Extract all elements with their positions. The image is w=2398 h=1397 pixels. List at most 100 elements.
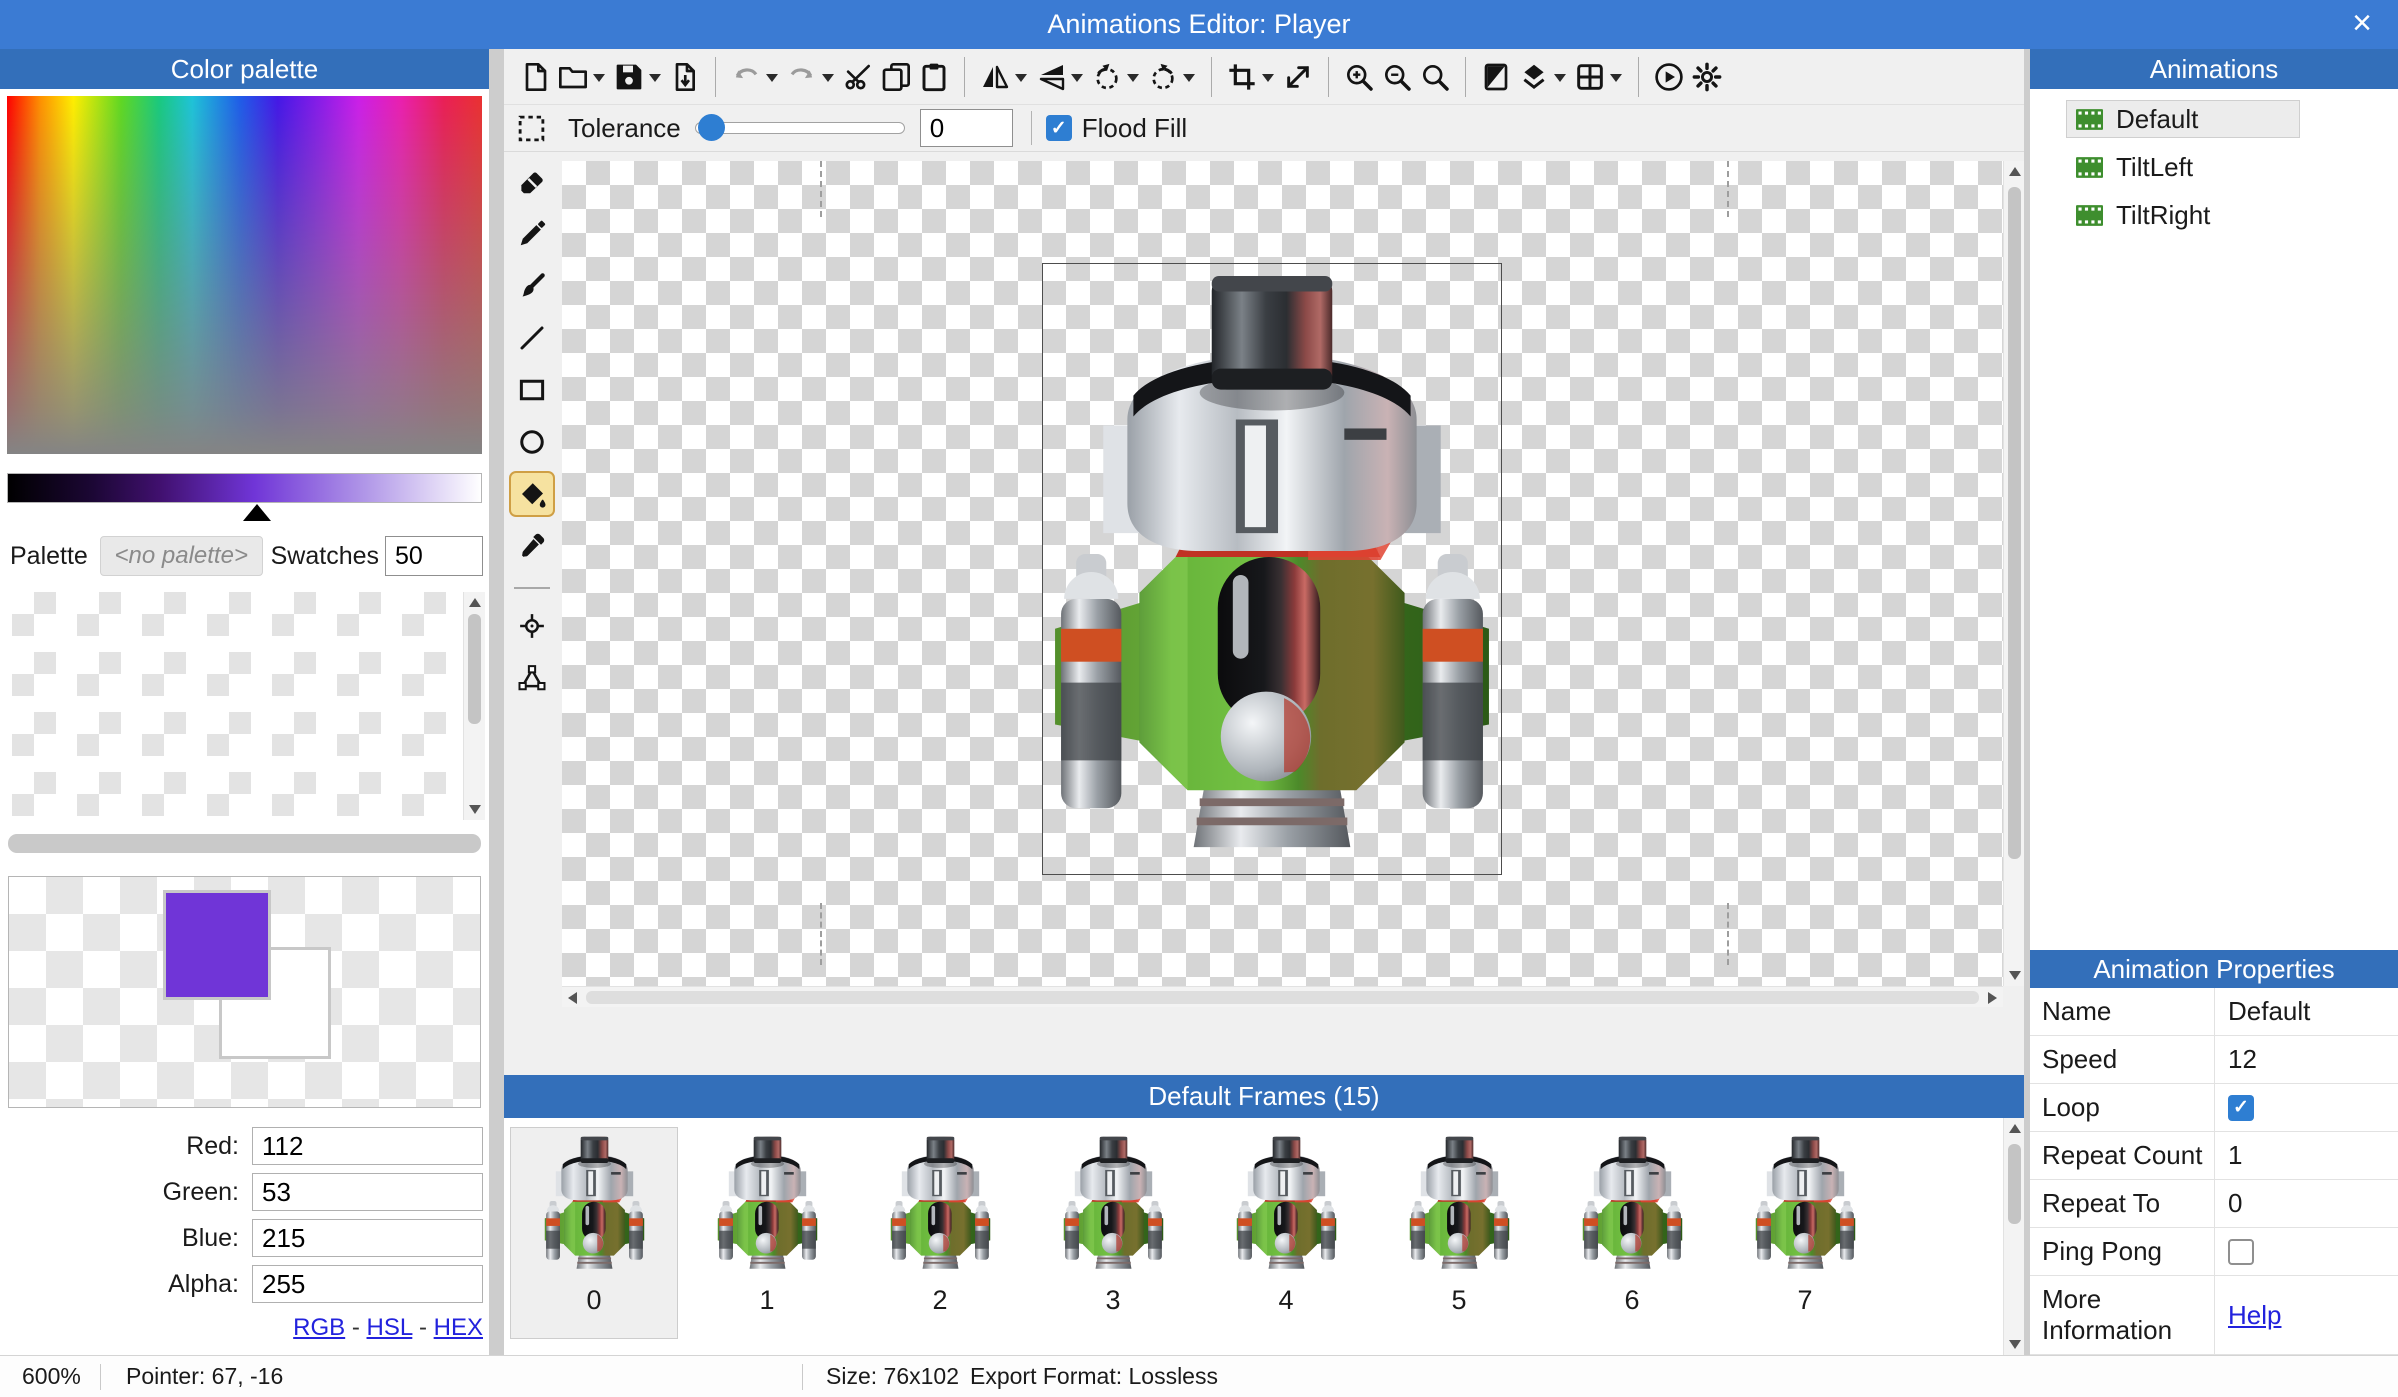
palette-swatch[interactable]: [337, 592, 381, 636]
palette-swatch[interactable]: [337, 772, 381, 816]
frame-thumbnail-1[interactable]: 1: [683, 1127, 851, 1339]
drawing-canvas[interactable]: [562, 161, 2003, 986]
color-gradient-picker[interactable]: [7, 96, 482, 454]
ellipse-tool[interactable]: [509, 419, 555, 465]
flip-horizontal-button[interactable]: [976, 54, 1032, 100]
help-link[interactable]: Help: [2228, 1300, 2281, 1331]
palette-swatch[interactable]: [272, 712, 316, 756]
layers-button[interactable]: [1515, 54, 1571, 100]
red-field[interactable]: [252, 1127, 483, 1165]
hsl-mode-link[interactable]: HSL: [367, 1314, 413, 1341]
export-file-button[interactable]: [666, 54, 704, 100]
palette-swatch[interactable]: [402, 772, 446, 816]
settings-button[interactable]: [1688, 54, 1726, 100]
palette-swatch[interactable]: [12, 712, 56, 756]
palette-swatch[interactable]: [12, 592, 56, 636]
swatch-hscrollbar[interactable]: [8, 834, 481, 853]
canvas-vscrollbar[interactable]: [2003, 161, 2024, 986]
loop-checkbox[interactable]: ✓: [2228, 1095, 2254, 1121]
tolerance-slider-knob[interactable]: [698, 114, 725, 141]
crop-button[interactable]: [1223, 54, 1279, 100]
palette-swatch[interactable]: [207, 712, 251, 756]
eyedropper-tool[interactable]: [509, 523, 555, 569]
open-button[interactable]: [554, 54, 610, 100]
dropdown-caret-icon[interactable]: [1015, 74, 1027, 82]
frame-thumbnail-5[interactable]: 5: [1375, 1127, 1543, 1339]
property-value[interactable]: Default: [2214, 988, 2398, 1035]
dropdown-caret-icon[interactable]: [1610, 74, 1622, 82]
animation-item-tiltleft[interactable]: TiltLeft: [2066, 148, 2300, 186]
frame-thumbnail-2[interactable]: 2: [856, 1127, 1024, 1339]
primary-color-swatch[interactable]: [163, 890, 271, 1000]
palette-swatch[interactable]: [337, 712, 381, 756]
palette-swatch[interactable]: [402, 712, 446, 756]
palette-swatch[interactable]: [142, 772, 186, 816]
scrollbar-thumb[interactable]: [2008, 187, 2021, 859]
canvas-hscrollbar[interactable]: [562, 986, 2003, 1007]
scroll-up-icon[interactable]: [2009, 167, 2021, 176]
value-slider[interactable]: [7, 473, 482, 503]
dropdown-caret-icon[interactable]: [1183, 74, 1195, 82]
brush-tool[interactable]: [509, 263, 555, 309]
property-value[interactable]: ✓: [2214, 1084, 2398, 1131]
palette-swatch[interactable]: [77, 712, 121, 756]
animation-item-tiltright[interactable]: TiltRight: [2066, 196, 2300, 234]
undo-button[interactable]: [727, 54, 783, 100]
dropdown-caret-icon[interactable]: [1554, 74, 1566, 82]
cut-button[interactable]: [839, 54, 877, 100]
select-tool[interactable]: [504, 113, 559, 144]
palette-swatch[interactable]: [272, 652, 316, 696]
invert-button[interactable]: [1477, 54, 1515, 100]
palette-swatch[interactable]: [272, 592, 316, 636]
ping-pong-checkbox[interactable]: [2228, 1239, 2254, 1265]
vertex-tool[interactable]: [509, 655, 555, 701]
palette-swatch[interactable]: [337, 652, 381, 696]
scroll-up-icon[interactable]: [2009, 1124, 2021, 1133]
hex-mode-link[interactable]: HEX: [434, 1314, 483, 1341]
palette-select-button[interactable]: <no palette>: [100, 536, 263, 576]
dropdown-caret-icon[interactable]: [1127, 74, 1139, 82]
close-icon[interactable]: ×: [2326, 0, 2398, 49]
palette-swatch[interactable]: [207, 592, 251, 636]
eraser-tool[interactable]: [509, 159, 555, 205]
property-value[interactable]: 0: [2214, 1180, 2398, 1227]
frame-thumbnail-4[interactable]: 4: [1202, 1127, 1370, 1339]
zoom-in-button[interactable]: [1340, 54, 1378, 100]
scroll-left-icon[interactable]: [568, 992, 577, 1004]
property-value[interactable]: 12: [2214, 1036, 2398, 1083]
swatches-count-input[interactable]: [385, 536, 483, 576]
origin-tool[interactable]: [509, 603, 555, 649]
grid-button[interactable]: [1571, 54, 1627, 100]
new-file-button[interactable]: [516, 54, 554, 100]
save-button[interactable]: [610, 54, 666, 100]
property-value[interactable]: 1: [2214, 1132, 2398, 1179]
green-field[interactable]: [252, 1173, 483, 1211]
resize-button[interactable]: [1279, 54, 1317, 100]
redo-button[interactable]: [783, 54, 839, 100]
scrollbar-thumb[interactable]: [586, 991, 1979, 1004]
scroll-up-icon[interactable]: [469, 598, 481, 607]
dropdown-caret-icon[interactable]: [822, 74, 834, 82]
zoom-button[interactable]: [1416, 54, 1454, 100]
frame-thumbnail-6[interactable]: 6: [1548, 1127, 1716, 1339]
tolerance-input[interactable]: [920, 109, 1013, 147]
property-value[interactable]: [2214, 1228, 2398, 1275]
rectangle-tool[interactable]: [509, 367, 555, 413]
palette-swatch[interactable]: [207, 652, 251, 696]
palette-swatch[interactable]: [142, 592, 186, 636]
palette-swatch[interactable]: [77, 772, 121, 816]
palette-swatch[interactable]: [77, 592, 121, 636]
alpha-field[interactable]: [252, 1265, 483, 1303]
value-slider-marker[interactable]: [243, 504, 271, 521]
frames-scrollbar[interactable]: [2003, 1118, 2024, 1355]
palette-swatch[interactable]: [207, 772, 251, 816]
animation-item-default[interactable]: Default: [2066, 100, 2300, 138]
dropdown-caret-icon[interactable]: [593, 74, 605, 82]
scrollbar-thumb[interactable]: [2008, 1144, 2021, 1224]
scroll-down-icon[interactable]: [469, 805, 481, 814]
pencil-tool[interactable]: [509, 211, 555, 257]
play-button[interactable]: [1650, 54, 1688, 100]
dropdown-caret-icon[interactable]: [649, 74, 661, 82]
zoom-out-button[interactable]: [1378, 54, 1416, 100]
scroll-down-icon[interactable]: [2009, 1340, 2021, 1349]
